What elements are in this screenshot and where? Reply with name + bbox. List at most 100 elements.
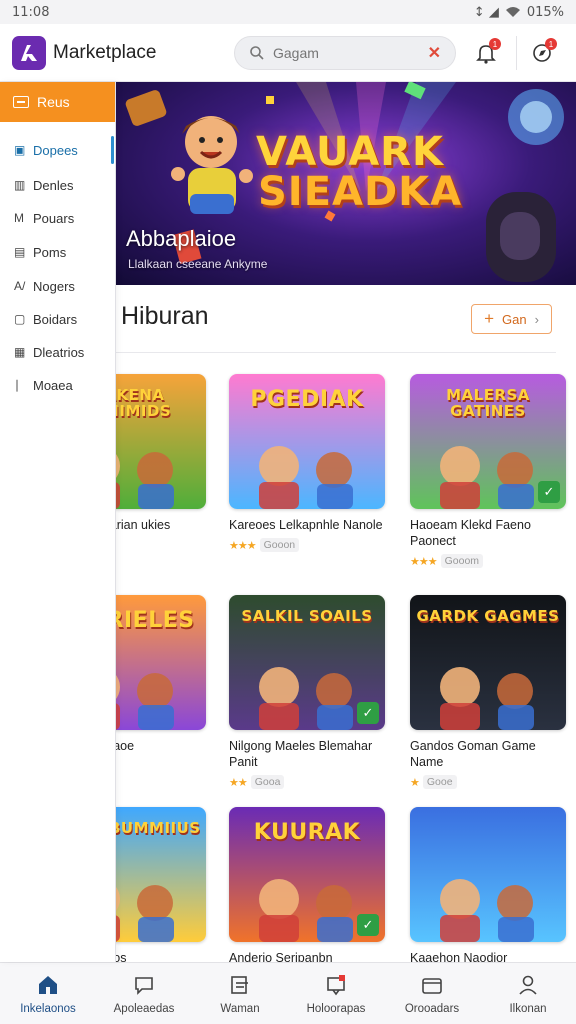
sidebar-item-moaea[interactable]: ∣ Moaea — [0, 371, 116, 399]
sidebar-item-dleatrios[interactable]: ▦ Dleatrios — [0, 338, 116, 366]
game-name[interactable]: Kareoes Lelkapnhle Nanole — [229, 517, 389, 533]
nav-label: Ilkonan — [509, 1002, 547, 1015]
search-icon — [250, 46, 264, 60]
verified-check-icon: ✓ — [538, 481, 560, 503]
sidebar-item-icon: ▤ — [14, 245, 26, 259]
sidebar-item-label: Nogers — [33, 278, 75, 294]
game-card[interactable]: SALKIL SOAILS ✓ Nilgong Maeles Blemahar Pa… — [229, 595, 389, 789]
game-meta: ★★★ Gooom — [410, 554, 570, 568]
game-card[interactable]: GARDK GAGMES Gandos Goman Game Name ★ Gooe — [410, 595, 570, 789]
search-input[interactable] — [273, 45, 403, 61]
rating-stars: ★★★ — [410, 555, 438, 568]
sidebar-item-nogers[interactable]: A/ Nogers — [0, 272, 116, 300]
game-meta: ★★ Gooa — [229, 775, 389, 789]
game-thumbnail[interactable]: PGEDIAK — [229, 374, 385, 509]
game-meta-text: Gooon — [259, 538, 300, 552]
game-card[interactable]: PGEDIAK Kareoes Lelkapnhle Nanole ★★★ Gooon — [229, 374, 389, 552]
game-thumbnail[interactable]: SALKIL SOAILS ✓ — [229, 595, 385, 730]
game-card[interactable]: Kaaehon Naodior — [410, 807, 570, 966]
sidebar-item-label: Pouars — [33, 210, 75, 226]
sidebar-item-label: Moaea — [33, 377, 73, 393]
verified-check-icon: ✓ — [357, 702, 379, 724]
sidebar-item-icon: ▥ — [14, 178, 26, 192]
hero-caption: Llalkaan cseeane Ankyme — [128, 257, 268, 271]
notification-button[interactable]: 1 — [470, 37, 502, 69]
game-thumbnail[interactable]: GARDK GAGMES — [410, 595, 566, 730]
nav-item-messages[interactable]: Holoorapas — [288, 963, 384, 1024]
nav-label: Inkelaonos — [20, 1002, 76, 1015]
game-card[interactable]: KUURAK ✓ Anderio Seripanbn — [229, 807, 389, 966]
app-logo[interactable] — [12, 35, 46, 70]
game-thumb-title: MALERSA GATINES — [446, 386, 530, 420]
rating-stars: ★★★ — [229, 539, 257, 552]
sidebar: Reus ▣ Dopees ▥ Denles M Pouars ▤ Poms A… — [0, 82, 116, 962]
header-divider — [516, 36, 517, 70]
chat-icon — [135, 976, 153, 995]
sidebar-item-label: Dopees — [33, 142, 78, 158]
sidebar-item-icon: ▦ — [14, 345, 26, 359]
sidebar-item-icon: ▢ — [14, 312, 26, 326]
menu-icon — [13, 96, 29, 108]
search-bar[interactable]: ✕ — [234, 36, 456, 70]
nav-label: Orooadars — [404, 1002, 460, 1015]
game-meta: ★ Gooe — [410, 775, 570, 789]
see-all-button[interactable]: + Gan › — [471, 304, 552, 334]
sidebar-item-icon: ▣ — [14, 143, 26, 157]
sidebar-item-denles[interactable]: ▥ Denles — [0, 171, 116, 199]
plus-icon: + — [484, 309, 494, 328]
status-bar: 11:08 ↕ ◢ 015% — [0, 0, 576, 24]
nav-label: Waman — [220, 1002, 260, 1015]
game-thumbnail[interactable] — [410, 807, 566, 942]
hero-subtitle: Abbaplaioe — [126, 226, 237, 251]
sidebar-item-label: Denles — [33, 177, 74, 193]
game-meta-text: Gooom — [440, 554, 484, 568]
status-icons: ↕ ◢ 015% — [474, 5, 564, 20]
nav-item-chat[interactable]: Apoleaedas — [96, 963, 192, 1024]
bottom-nav: Inkelaonos Apoleaedas Waman Holoorapas O… — [0, 962, 576, 1024]
edit-icon — [231, 975, 248, 994]
game-card[interactable]: MALERSA GATINES ✓ Haoeam Klekd Faeno Paone… — [410, 374, 570, 568]
chevron-right-icon: › — [534, 311, 539, 327]
hero-banner[interactable]: VAUARK SIEADKA Abbaplaioe Llalkaan cseea… — [116, 82, 576, 285]
game-thumbnail[interactable]: MALERSA GATINES ✓ — [410, 374, 566, 509]
cart-button[interactable]: 1 — [526, 37, 558, 69]
rating-stars: ★★ — [229, 776, 248, 789]
message-icon — [327, 974, 345, 995]
sidebar-item-dopees[interactable]: ▣ Dopees — [0, 136, 116, 164]
nav-item-edit[interactable]: Waman — [192, 963, 288, 1024]
verified-check-icon: ✓ — [357, 914, 379, 936]
signal-icon: ↕ ◢ — [473, 4, 499, 20]
game-meta-text: Gooa — [250, 775, 285, 789]
status-time: 11:08 — [12, 4, 50, 20]
sidebar-item-icon: M — [14, 211, 24, 225]
section-title: Hiburan — [121, 302, 209, 330]
sidebar-item-label: Boidars — [33, 311, 78, 327]
game-meta-text: Gooe — [422, 775, 457, 789]
nav-item-folders[interactable]: Orooadars — [384, 963, 480, 1024]
sidebar-item-poms[interactable]: ▤ Poms — [0, 238, 116, 266]
hero-title: VAUARK SIEADKA — [256, 132, 462, 212]
profile-icon — [519, 975, 537, 995]
sidebar-item-pouars[interactable]: M Pouars — [0, 204, 116, 232]
close-icon[interactable]: ✕ — [428, 43, 441, 63]
game-name[interactable]: Nilgong Maeles Blemahar Panit — [229, 738, 389, 770]
sidebar-item-label: Dleatrios — [33, 344, 85, 360]
game-name[interactable]: Haoeam Klekd Faeno Paonect — [410, 517, 570, 549]
game-thumb-title: KUURAK — [253, 820, 361, 845]
game-thumbnail[interactable]: KUURAK ✓ — [229, 807, 385, 942]
game-thumb-title: SALKIL SOAILS — [241, 607, 373, 625]
game-meta: ★★★ Gooon — [229, 538, 389, 552]
nav-item-profile[interactable]: Ilkonan — [480, 963, 576, 1024]
sidebar-item-icon: A/ — [14, 279, 26, 293]
hero-title-line2: SIEADKA — [258, 169, 463, 215]
sidebar-header[interactable]: Reus — [0, 82, 115, 122]
game-name[interactable]: Gandos Goman Game Name — [410, 738, 570, 770]
section-divider — [116, 352, 556, 353]
cart-badge: 1 — [545, 38, 557, 50]
nav-item-home[interactable]: Inkelaonos — [0, 963, 96, 1024]
logo-icon — [21, 44, 37, 61]
game-art — [410, 807, 566, 942]
sidebar-item-boidars[interactable]: ▢ Boidars — [0, 305, 116, 333]
sidebar-item-icon: ∣ — [14, 378, 20, 392]
nav-label: Apoleaedas — [113, 1002, 175, 1015]
